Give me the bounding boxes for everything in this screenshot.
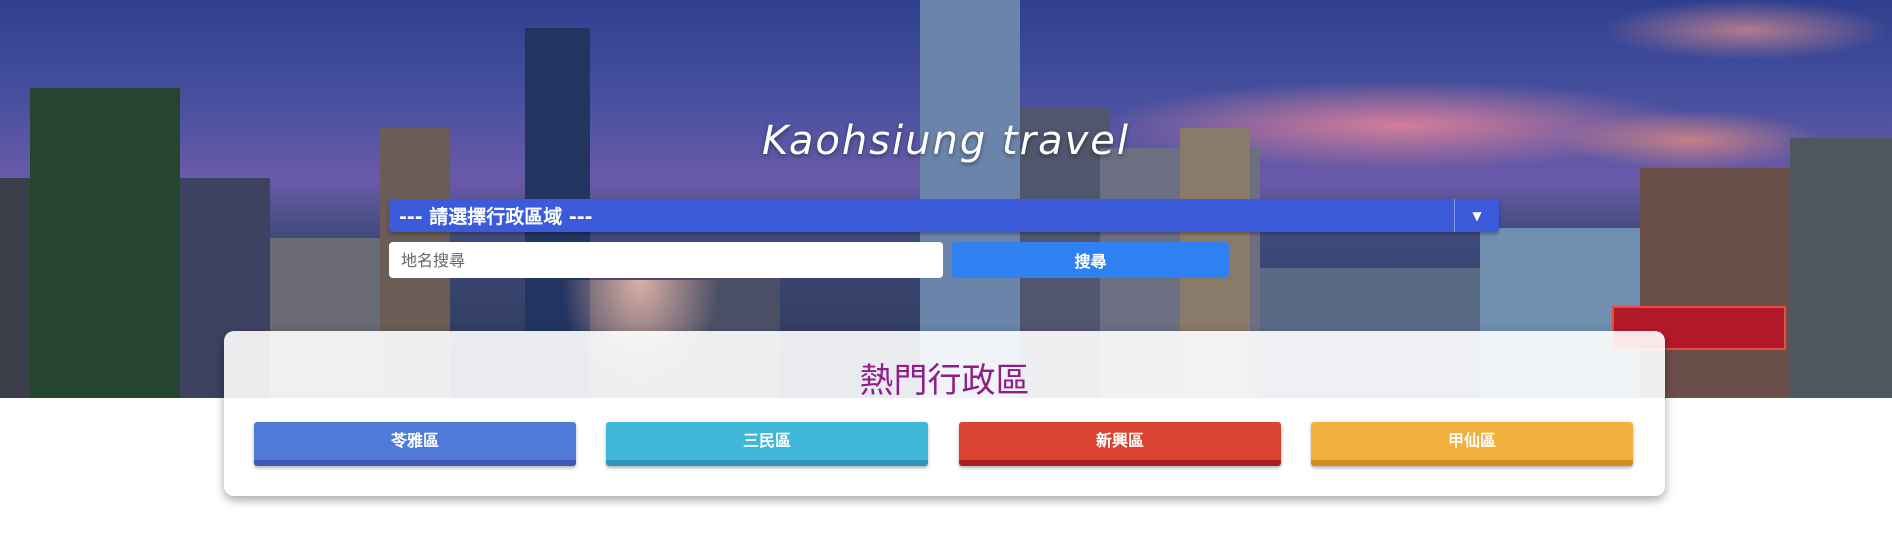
site-title: Kaohsiung travel xyxy=(762,118,1130,164)
district-button-jiaxian[interactable]: 甲仙區 xyxy=(1311,422,1633,466)
search-button[interactable]: 搜尋 xyxy=(952,242,1229,278)
popular-districts-title: 熱門行政區 xyxy=(859,361,1030,401)
caret-down-icon[interactable]: ▼ xyxy=(1454,199,1499,232)
skyline-building xyxy=(1790,138,1892,398)
district-button-sanmin[interactable]: 三民區 xyxy=(606,422,928,466)
district-button-xinxing[interactable]: 新興區 xyxy=(959,422,1281,466)
district-select[interactable]: --- 請選擇行政區域 --- ▼ xyxy=(389,199,1499,232)
search-input[interactable] xyxy=(389,242,943,278)
district-button-lingya[interactable]: 苓雅區 xyxy=(254,422,576,466)
district-select-label: --- 請選擇行政區域 --- xyxy=(399,206,593,228)
popular-districts-panel: 熱門行政區 苓雅區 三民區 新興區 甲仙區 xyxy=(224,331,1665,496)
sky-glow xyxy=(1600,0,1892,60)
